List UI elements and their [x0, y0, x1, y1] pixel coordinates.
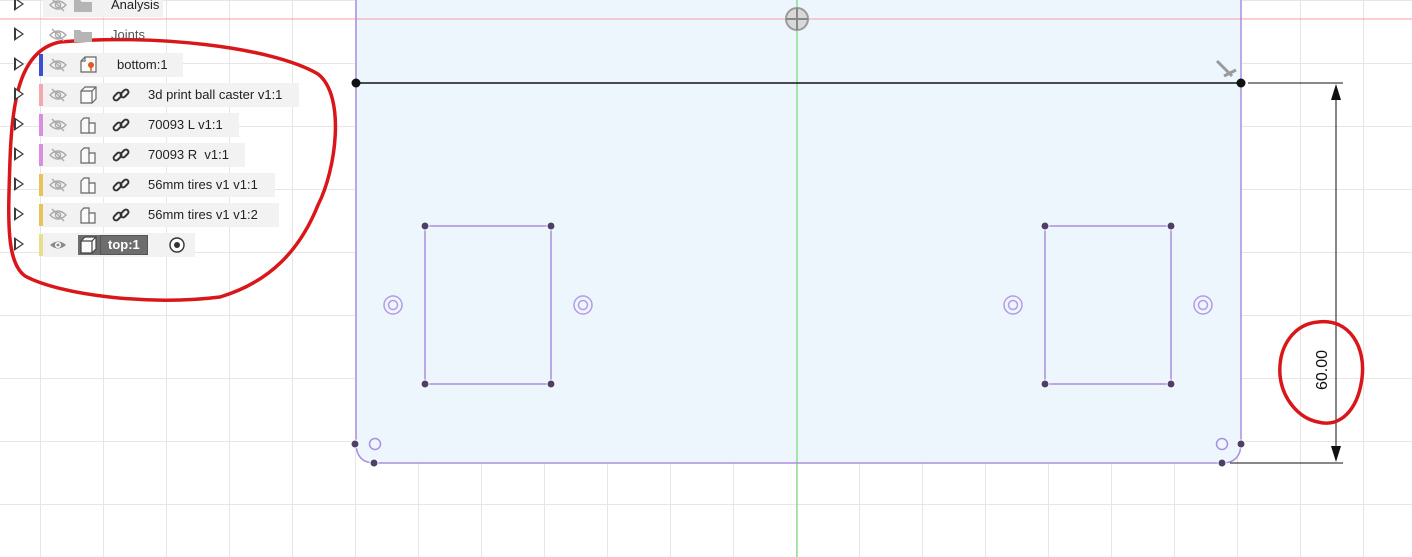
eye-hidden-icon[interactable]	[48, 116, 68, 134]
browser-folder-label: Joints	[111, 27, 145, 42]
body-icon	[80, 86, 97, 104]
dimension-value[interactable]: 60.00	[1314, 350, 1331, 390]
link-icon	[112, 148, 130, 162]
folder-icon	[74, 30, 92, 42]
link-icon	[112, 208, 130, 222]
browser-component-tires-1[interactable]: 56mm tires v1 v1:1	[0, 172, 340, 198]
component-label: 3d print ball caster v1:1	[148, 87, 283, 102]
expand-arrow-icon[interactable]	[14, 87, 24, 101]
browser-panel: Analysis Joints bottom:1 3d print ball c…	[0, 0, 340, 300]
eye-hidden-icon[interactable]	[48, 176, 68, 194]
sketch-profile[interactable]	[356, 0, 1241, 463]
multi-body-icon	[80, 207, 96, 224]
browser-component-70093-r[interactable]: 70093 R v1:1	[0, 142, 340, 168]
eye-hidden-icon[interactable]	[48, 56, 68, 74]
eye-hidden-icon[interactable]	[48, 26, 68, 44]
multi-body-icon	[80, 147, 96, 164]
component-label: 70093 L v1:1	[148, 117, 223, 132]
browser-component-70093-l[interactable]: 70093 L v1:1	[0, 112, 340, 138]
component-pin-icon	[80, 56, 97, 73]
activate-radio-icon[interactable]	[168, 236, 186, 254]
linear-dimension[interactable]	[1230, 82, 1343, 464]
link-icon	[112, 118, 130, 132]
browser-folder-label: Analysis	[111, 0, 160, 12]
browser-component-bottom[interactable]: bottom:1	[0, 52, 340, 78]
eye-visible-icon[interactable]	[48, 236, 68, 254]
link-icon	[112, 88, 130, 102]
expand-arrow-icon[interactable]	[14, 117, 24, 131]
sketch-point[interactable]	[351, 78, 361, 88]
sketch-point[interactable]	[1236, 78, 1246, 88]
multi-body-icon	[80, 177, 96, 194]
eye-hidden-icon[interactable]	[48, 206, 68, 224]
multi-body-icon	[80, 117, 96, 134]
browser-component-tires-2[interactable]: 56mm tires v1 v1:2	[0, 202, 340, 228]
component-label-active: top:1	[100, 235, 148, 255]
expand-arrow-icon[interactable]	[14, 237, 24, 251]
eye-hidden-icon[interactable]	[48, 146, 68, 164]
expand-arrow-icon[interactable]	[14, 147, 24, 161]
expand-arrow-icon[interactable]	[14, 177, 24, 191]
component-label: 56mm tires v1 v1:2	[148, 207, 258, 222]
body-icon	[78, 235, 100, 255]
folder-icon	[74, 0, 92, 12]
expand-arrow-icon[interactable]	[14, 207, 24, 221]
component-label: 56mm tires v1 v1:1	[148, 177, 258, 192]
eye-hidden-icon[interactable]	[48, 86, 68, 104]
component-label: bottom:1	[117, 57, 168, 72]
link-icon	[112, 178, 130, 192]
browser-component-top[interactable]: top:1	[0, 232, 340, 258]
browser-folder-analysis[interactable]: Analysis	[0, 0, 340, 18]
expand-arrow-icon[interactable]	[14, 27, 24, 41]
browser-component-ball-caster[interactable]: 3d print ball caster v1:1	[0, 82, 340, 108]
expand-arrow-icon[interactable]	[14, 57, 24, 71]
origin-point[interactable]	[785, 7, 809, 31]
eye-hidden-icon[interactable]	[48, 0, 68, 14]
component-label: 70093 R v1:1	[148, 147, 229, 162]
expand-arrow-icon[interactable]	[14, 0, 24, 11]
browser-folder-joints[interactable]: Joints	[0, 22, 340, 48]
